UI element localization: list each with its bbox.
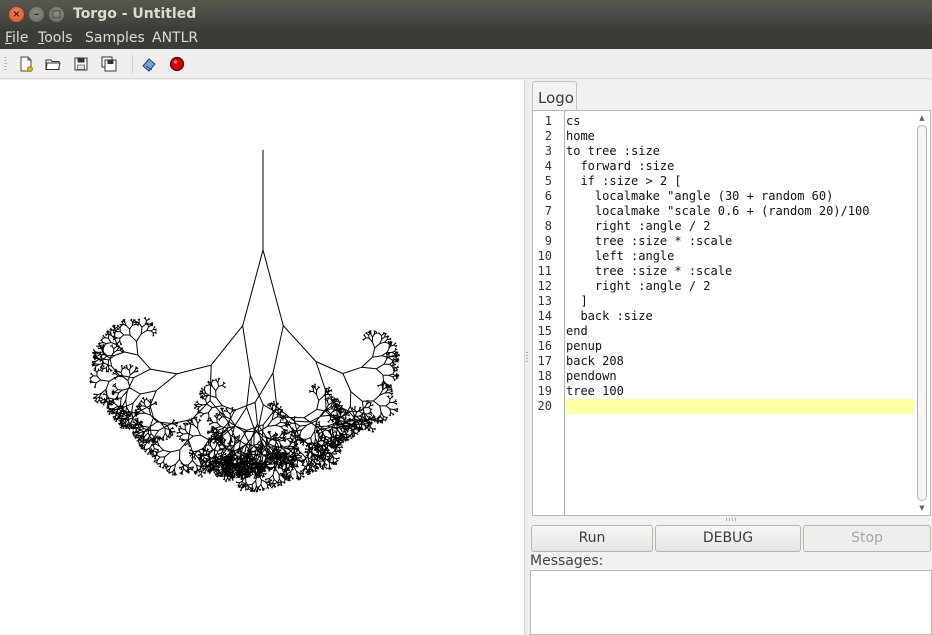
code-line[interactable]: back :size bbox=[566, 309, 914, 324]
window-title: Torgo - Untitled bbox=[73, 6, 197, 22]
messages-label: Messages: bbox=[530, 553, 604, 569]
line-number: 2 bbox=[544, 129, 552, 143]
code-line[interactable]: home bbox=[566, 129, 914, 144]
toolbar bbox=[0, 49, 932, 79]
line-number: 17 bbox=[537, 354, 552, 368]
code-line[interactable]: cs bbox=[566, 114, 914, 129]
run-button[interactable]: Run bbox=[531, 525, 653, 552]
menu-bar: File Tools Samples ANTLR bbox=[0, 29, 932, 49]
menu-samples[interactable]: Samples bbox=[85, 30, 145, 46]
line-number: 14 bbox=[537, 309, 552, 323]
toolbar-grip[interactable] bbox=[4, 57, 7, 71]
editor-vertical-scrollbar[interactable]: ▲ ▼ bbox=[916, 113, 928, 513]
turtle-canvas[interactable] bbox=[0, 80, 524, 635]
messages-output bbox=[530, 570, 932, 635]
toolbar-separator bbox=[132, 55, 133, 73]
fractal-tree-drawing bbox=[89, 150, 401, 493]
stop-button[interactable]: Stop bbox=[803, 525, 931, 552]
close-window-button[interactable]: × bbox=[9, 7, 24, 22]
maximize-window-button[interactable]: □ bbox=[49, 7, 64, 22]
torgo-window: × – □ Torgo - Untitled File Tools Sample… bbox=[0, 0, 932, 635]
code-line[interactable]: left :angle bbox=[566, 249, 914, 264]
line-number-gutter: 1 2 3 4 5 6 7 8 9 10 11 12 13 14 15 16 17 18 19 20 bbox=[533, 111, 565, 515]
line-number: 9 bbox=[544, 234, 552, 248]
code-line[interactable] bbox=[566, 399, 914, 414]
line-number: 20 bbox=[537, 399, 552, 413]
line-number: 11 bbox=[537, 264, 552, 278]
splitter-grip[interactable] bbox=[526, 352, 528, 362]
code-line[interactable]: pendown bbox=[566, 369, 914, 384]
code-editor[interactable]: 1 2 3 4 5 6 7 8 9 10 11 12 13 14 15 16 17 18 19 20 cs home to… bbox=[532, 110, 931, 516]
code-line[interactable]: tree :size * :scale bbox=[566, 264, 914, 279]
pane-splitter[interactable] bbox=[524, 80, 530, 635]
scroll-up-icon[interactable]: ▲ bbox=[917, 113, 927, 123]
code-line[interactable]: end bbox=[566, 324, 914, 339]
code-line[interactable]: to tree :size bbox=[566, 144, 914, 159]
line-number: 12 bbox=[537, 279, 552, 293]
minimize-window-button[interactable]: – bbox=[29, 7, 44, 22]
clean-icon[interactable] bbox=[139, 54, 159, 74]
code-line[interactable]: tree 100 bbox=[566, 384, 914, 399]
code-line[interactable]: localmake "angle (30 + random 60) bbox=[566, 189, 914, 204]
open-folder-icon[interactable] bbox=[43, 54, 63, 74]
debug-button[interactable]: DEBUG bbox=[655, 525, 801, 552]
line-number: 15 bbox=[537, 324, 552, 338]
new-file-icon[interactable] bbox=[16, 54, 36, 74]
line-number: 18 bbox=[537, 369, 552, 383]
scroll-down-icon[interactable]: ▼ bbox=[917, 503, 927, 513]
code-line[interactable]: right :angle / 2 bbox=[566, 219, 914, 234]
code-line[interactable]: penup bbox=[566, 339, 914, 354]
code-line[interactable]: if :size > 2 [ bbox=[566, 174, 914, 189]
code-line[interactable]: forward :size bbox=[566, 159, 914, 174]
line-number: 7 bbox=[544, 204, 552, 218]
line-number: 6 bbox=[544, 189, 552, 203]
save-all-icon[interactable] bbox=[99, 54, 119, 74]
line-number: 13 bbox=[537, 294, 552, 308]
code-line[interactable]: right :angle / 2 bbox=[566, 279, 914, 294]
menu-file[interactable]: File bbox=[5, 30, 28, 46]
line-number: 19 bbox=[537, 384, 552, 398]
record-icon[interactable] bbox=[167, 54, 187, 74]
editor-resize-grip[interactable] bbox=[726, 518, 736, 521]
title-bar: × – □ Torgo - Untitled bbox=[0, 0, 932, 29]
code-line[interactable]: tree :size * :scale bbox=[566, 234, 914, 249]
code-line[interactable]: ] bbox=[566, 294, 914, 309]
line-number: 5 bbox=[544, 174, 552, 188]
line-number: 4 bbox=[544, 159, 552, 173]
line-number: 3 bbox=[544, 144, 552, 158]
scrollbar-thumb[interactable] bbox=[917, 125, 927, 501]
line-number: 8 bbox=[544, 219, 552, 233]
line-number: 16 bbox=[537, 339, 552, 353]
tab-logo[interactable]: Logo bbox=[532, 81, 577, 111]
code-line[interactable]: localmake "scale 0.6 + (random 20)/100 bbox=[566, 204, 914, 219]
menu-antlr[interactable]: ANTLR bbox=[152, 30, 198, 46]
code-line[interactable]: back 208 bbox=[566, 354, 914, 369]
save-icon[interactable] bbox=[71, 54, 91, 74]
line-number: 10 bbox=[537, 249, 552, 263]
line-number: 1 bbox=[544, 114, 552, 128]
menu-tools[interactable]: Tools bbox=[38, 30, 73, 46]
